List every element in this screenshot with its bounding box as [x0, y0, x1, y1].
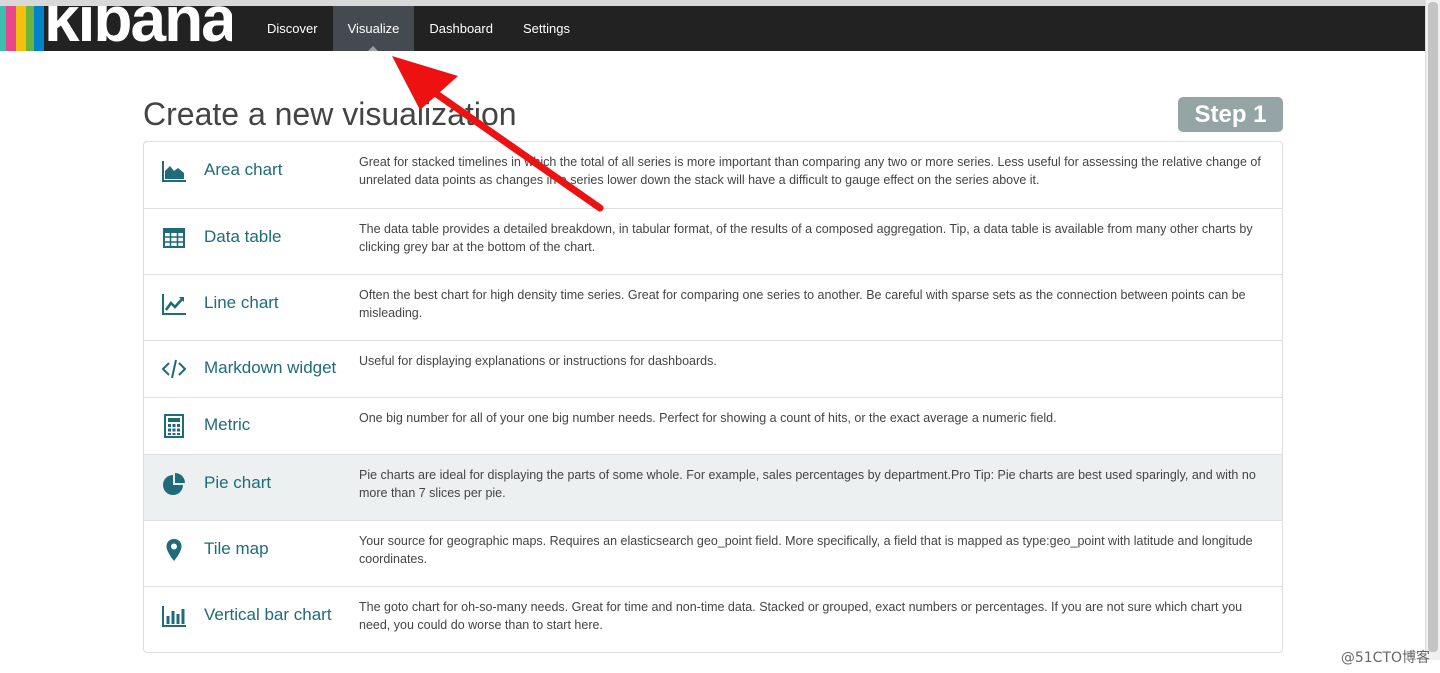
vis-type-markdown-widget[interactable]: Markdown widget Useful for displaying exp… — [144, 340, 1282, 397]
logo-bar-2 — [6, 6, 16, 51]
logo-bar-5 — [34, 6, 44, 51]
logo-bar-3 — [16, 6, 26, 51]
logo-wordmark: kibana — [44, 6, 237, 51]
vis-type-name[interactable]: Vertical bar chart — [204, 604, 332, 626]
vis-type-name[interactable]: Markdown widget — [204, 357, 336, 379]
page-scrollbar[interactable] — [1425, 0, 1440, 660]
vis-type-description: Great for stacked timelines in which the… — [359, 155, 1261, 187]
vis-type-area-chart[interactable]: Area chart Great for stacked timelines in… — [144, 142, 1282, 208]
vis-type-metric[interactable]: Metric One big number for all of your one… — [144, 397, 1282, 454]
top-navbar: kibana Discover Visualize Dashboard Setting… — [0, 6, 1425, 51]
line-chart-icon — [160, 290, 188, 318]
vis-type-pie-chart[interactable]: Pie chart Pie charts are ideal for displa… — [144, 454, 1282, 520]
page-title: Create a new visualization — [143, 96, 517, 132]
kibana-page: kibana Discover Visualize Dashboard Setting… — [0, 0, 1440, 673]
vis-type-name[interactable]: Pie chart — [204, 472, 271, 494]
logo-color-bars — [0, 6, 44, 51]
vis-type-data-table[interactable]: Data table The data table provides a deta… — [144, 208, 1282, 274]
area-chart-icon — [160, 157, 188, 185]
nav-tab-discover[interactable]: Discover — [252, 6, 333, 51]
nav-tab-visualize[interactable]: Visualize — [332, 6, 415, 51]
vis-type-description: Pie charts are ideal for displaying the … — [359, 468, 1256, 500]
vis-type-description: Useful for displaying explanations or in… — [359, 354, 717, 368]
calculator-icon — [160, 412, 188, 440]
kibana-logo[interactable]: kibana — [0, 6, 240, 51]
vis-type-name[interactable]: Line chart — [204, 292, 279, 314]
nav-tab-dashboard[interactable]: Dashboard — [414, 6, 508, 51]
vis-type-tile-map[interactable]: Tile map Your source for geographic maps.… — [144, 520, 1282, 586]
vis-type-name[interactable]: Tile map — [204, 538, 269, 560]
vis-type-description: Your source for geographic maps. Require… — [359, 534, 1253, 566]
logo-bar-4 — [26, 6, 34, 51]
vis-type-name[interactable]: Area chart — [204, 159, 282, 181]
vis-type-line-chart[interactable]: Line chart Often the best chart for high … — [144, 274, 1282, 340]
vis-type-name[interactable]: Metric — [204, 414, 250, 436]
code-icon — [160, 355, 188, 383]
map-marker-icon — [160, 536, 188, 564]
main-nav-tabs: Discover Visualize Dashboard Settings — [252, 6, 585, 51]
visualization-type-list: Area chart Great for stacked timelines in… — [143, 141, 1283, 653]
vis-type-name[interactable]: Data table — [204, 226, 282, 248]
watermark: @51CTO博客 — [1340, 650, 1430, 666]
nav-tab-settings[interactable]: Settings — [508, 6, 585, 51]
vis-type-description: Often the best chart for high density ti… — [359, 288, 1246, 320]
vis-type-description: The data table provides a detailed break… — [359, 222, 1253, 254]
logo-cap — [232, 6, 252, 51]
vis-type-vertical-bar-chart[interactable]: Vertical bar chart The goto chart for oh-… — [144, 586, 1282, 652]
step-badge: Step 1 — [1178, 97, 1283, 132]
vis-type-description: The goto chart for oh-so-many needs. Gre… — [359, 600, 1243, 632]
pie-chart-icon — [160, 470, 188, 498]
bar-chart-icon — [160, 602, 188, 630]
scrollbar-thumb[interactable] — [1428, 2, 1438, 652]
table-icon — [160, 224, 188, 252]
vis-type-description: One big number for all of your one big n… — [359, 411, 1057, 425]
